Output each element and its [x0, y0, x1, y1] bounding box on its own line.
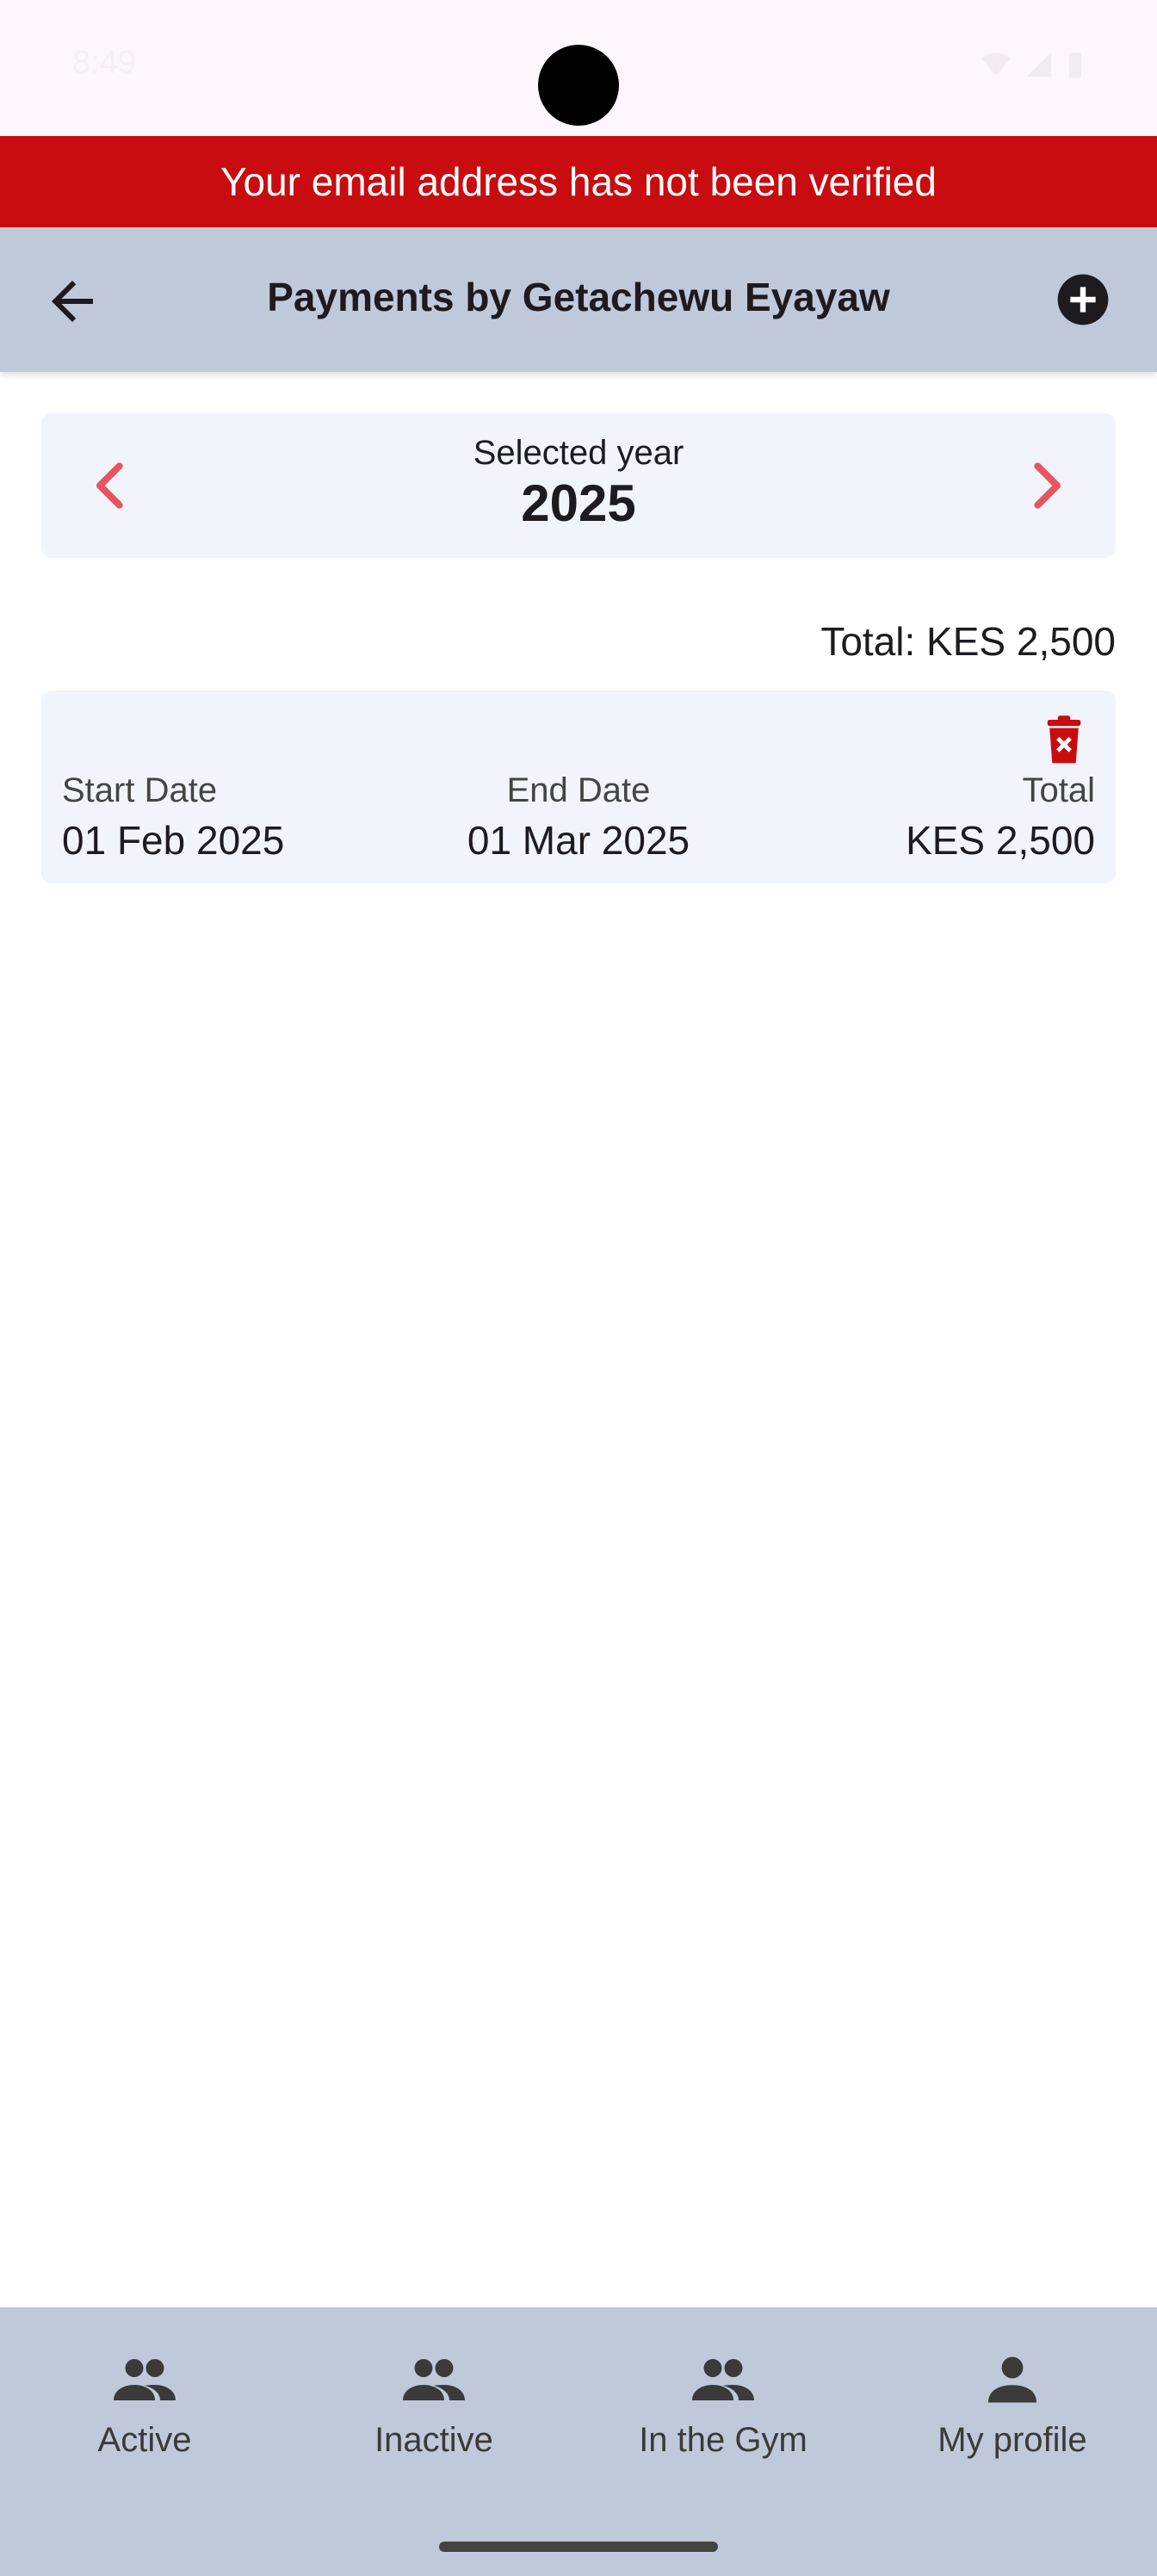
group-icon [114, 2359, 176, 2400]
status-bar: 8:49 [0, 0, 1157, 136]
status-time: 8:49 [72, 45, 136, 81]
page-title: Payments by Getachewu Eyayaw [267, 275, 890, 319]
status-icons [980, 50, 1085, 79]
wifi-icon [981, 53, 1011, 76]
total-value: KES 2,500 [906, 818, 1095, 863]
app-bar: Payments by Getachewu Eyayaw [0, 227, 1157, 372]
year-selector: Selected year 2025 [41, 413, 1116, 558]
selected-year-label: Selected year [473, 434, 684, 472]
delete-icon [1047, 715, 1081, 764]
add-payment-button[interactable] [1055, 272, 1111, 327]
group-icon [403, 2359, 465, 2400]
nav-label-inactive: Inactive [374, 2421, 493, 2459]
home-indicator[interactable] [439, 2542, 718, 2552]
delete-payment-button[interactable] [1043, 715, 1085, 766]
camera-cutout [538, 45, 619, 126]
add-circle-icon [1057, 274, 1109, 325]
total-label: Total [1022, 771, 1096, 809]
nav-item-my-profile[interactable]: My profile [868, 2356, 1157, 2460]
chevron-right-icon [1034, 462, 1061, 509]
group-icon [692, 2359, 754, 2400]
nav-item-in-the-gym[interactable]: In the Gym [578, 2356, 868, 2460]
nav-label-my-profile: My profile [937, 2421, 1087, 2459]
battery-icon [1068, 52, 1082, 78]
nav-item-active[interactable]: Active [0, 2356, 289, 2460]
payment-card[interactable]: Start Date 01 Feb 2025 End Date 01 Mar 2… [41, 690, 1116, 883]
nav-label-active: Active [97, 2421, 192, 2459]
next-year-button[interactable] [1019, 456, 1074, 515]
bottom-navigation: Active Inactive In the Gym My profile [0, 2307, 1157, 2576]
total-column: Total KES 2,500 [906, 771, 1095, 864]
selected-year-value: 2025 [521, 474, 636, 532]
nav-item-inactive[interactable]: Inactive [289, 2356, 578, 2460]
signal-icon [1026, 52, 1052, 77]
banner-text: Your email address has not been verified [220, 159, 937, 204]
email-verification-banner[interactable]: Your email address has not been verified [0, 136, 1157, 227]
total-summary: Total: KES 2,500 [820, 619, 1116, 664]
nav-label-in-the-gym: In the Gym [639, 2421, 807, 2459]
person-icon [988, 2356, 1036, 2403]
